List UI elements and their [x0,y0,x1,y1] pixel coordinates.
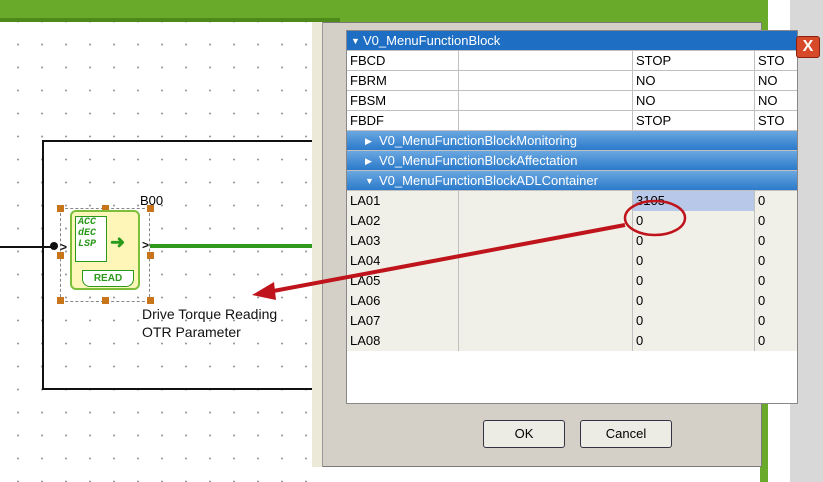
top-green-bar-edge [0,18,340,22]
collapse-triangle-icon[interactable]: ▼ [351,31,360,51]
output-port-icon[interactable]: > [142,238,149,252]
grid-header[interactable]: ▼ V0_MenuFunctionBlock [347,31,797,51]
property-blank [459,331,633,351]
resize-handle[interactable] [57,297,64,304]
expand-triangle-icon[interactable]: ▶ [365,131,372,151]
table-row[interactable]: FBCD STOP STO [347,51,797,71]
collapse-triangle-icon[interactable]: ▼ [365,171,374,191]
table-row[interactable]: LA05 0 0 [347,271,797,291]
group-label: V0_MenuFunctionBlockAffectation [379,153,578,168]
close-button[interactable]: X [796,36,820,58]
property-value[interactable]: STOP [633,111,755,131]
property-blank [459,311,633,331]
property-blank [459,51,633,71]
resize-handle[interactable] [147,297,154,304]
table-row[interactable]: LA02 0 0 [347,211,797,231]
property-value[interactable]: 0 [633,271,755,291]
property-name: LA06 [347,291,459,311]
property-name: FBSM [347,91,459,111]
property-name: FBDF [347,111,459,131]
property-value[interactable]: NO [633,71,755,91]
wire-junction-dot [50,242,58,250]
property-value[interactable]: STOP [633,51,755,71]
dialog-left-edge [312,22,323,467]
property-extra: NO [758,93,778,108]
property-blank [459,91,633,111]
drive-icon: ACC dEC LSP [75,216,107,262]
arrow-right-icon: ➜ [110,232,126,252]
table-row[interactable]: FBRM NO NO [347,71,797,91]
resize-handle[interactable] [102,297,109,304]
property-extra: STO [758,113,785,128]
block-description-line2: OTR Parameter [142,324,241,340]
property-extra: STO [758,53,785,68]
icon-line: ACC [78,217,97,228]
property-grid: ▼ V0_MenuFunctionBlock FBCD STOP STO FBR… [346,30,798,404]
block-caption: READ [82,270,134,287]
property-name: LA07 [347,311,459,331]
table-row[interactable]: FBSM NO NO [347,91,797,111]
output-wire[interactable] [150,244,320,248]
block-id: B00 [140,193,164,208]
ok-button[interactable]: OK [483,420,565,448]
property-extra: NO [758,73,778,88]
property-extra: 0 [755,251,797,271]
property-extra: 0 [755,211,797,231]
property-name: FBCD [347,51,459,71]
property-value[interactable]: 0 [633,211,755,231]
property-name: LA01 [347,191,459,211]
property-blank [459,231,633,251]
input-wire[interactable] [0,246,55,248]
group-label: V0_MenuFunctionBlockADLContainer [379,173,598,188]
property-value[interactable]: 0 [633,251,755,271]
property-extra: 0 [755,191,797,211]
resize-handle[interactable] [57,205,64,212]
property-value[interactable]: 3105 [633,191,755,211]
table-row[interactable]: LA01 3105 0 [347,191,797,211]
property-value[interactable]: 0 [633,291,755,311]
property-blank [459,71,633,91]
property-blank [459,191,633,211]
table-row[interactable]: LA04 0 0 [347,251,797,271]
property-value[interactable]: NO [633,91,755,111]
property-value[interactable]: 0 [633,311,755,331]
table-row[interactable]: FBDF STOP STO [347,111,797,131]
property-name: LA04 [347,251,459,271]
property-blank [459,291,633,311]
property-extra: 0 [755,291,797,311]
property-name: LA02 [347,211,459,231]
expand-triangle-icon[interactable]: ▶ [365,151,372,171]
cancel-button[interactable]: Cancel [580,420,672,448]
grid-header-label: V0_MenuFunctionBlock [363,33,501,48]
input-port-icon[interactable]: > [60,240,67,254]
property-extra: 0 [755,271,797,291]
property-name: LA08 [347,331,459,351]
property-name: LA05 [347,271,459,291]
table-row[interactable]: LA07 0 0 [347,311,797,331]
group-monitoring[interactable]: ▶ V0_MenuFunctionBlockMonitoring [347,131,797,151]
property-value[interactable]: 0 [633,331,755,351]
block-description-line1: Drive Torque Reading [142,306,278,322]
icon-line: dEC [78,228,97,239]
group-affectation[interactable]: ▶ V0_MenuFunctionBlockAffectation [347,151,797,171]
property-blank [459,271,633,291]
property-extra: 0 [755,311,797,331]
group-label: V0_MenuFunctionBlockMonitoring [379,133,577,148]
property-blank [459,111,633,131]
table-row[interactable]: LA06 0 0 [347,291,797,311]
resize-handle[interactable] [147,252,154,259]
property-blank [459,211,633,231]
property-extra: 0 [755,331,797,351]
property-blank [459,251,633,271]
table-row[interactable]: LA03 0 0 [347,231,797,251]
property-name: FBRM [347,71,459,91]
table-row[interactable]: LA08 0 0 [347,331,797,351]
icon-line: LSP [78,239,97,250]
property-extra: 0 [755,231,797,251]
property-name: LA03 [347,231,459,251]
group-adl-container[interactable]: ▼ V0_MenuFunctionBlockADLContainer [347,171,797,191]
property-value[interactable]: 0 [633,231,755,251]
